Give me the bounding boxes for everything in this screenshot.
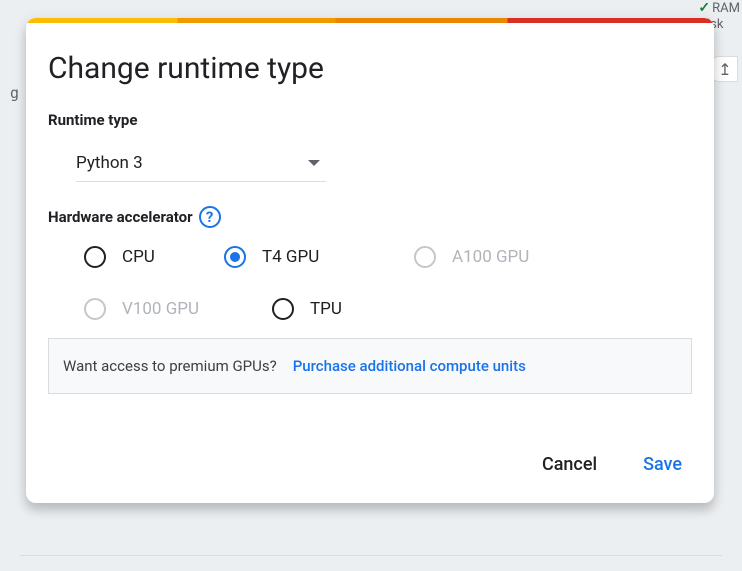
accelerator-radio-v100: V100 GPU bbox=[84, 298, 224, 320]
accelerator-radio-tpu[interactable]: TPU bbox=[272, 298, 414, 320]
purchase-units-link[interactable]: Purchase additional compute units bbox=[293, 357, 526, 375]
promo-text: Want access to premium GPUs? bbox=[63, 357, 277, 375]
radio-label: T4 GPU bbox=[262, 247, 319, 267]
dialog-title: Change runtime type bbox=[48, 51, 692, 86]
save-button[interactable]: Save bbox=[635, 448, 690, 481]
runtime-type-select[interactable]: Python 3 bbox=[76, 143, 326, 182]
hardware-accelerator-text: Hardware accelerator bbox=[48, 208, 193, 226]
check-icon: ✓ bbox=[698, 0, 710, 16]
background-glyph: g bbox=[10, 84, 19, 102]
upload-icon: ↥ bbox=[712, 56, 738, 82]
runtime-type-value: Python 3 bbox=[76, 153, 143, 173]
radio-icon bbox=[84, 298, 106, 320]
premium-gpu-promo: Want access to premium GPUs? Purchase ad… bbox=[48, 338, 692, 394]
radio-label: A100 GPU bbox=[452, 247, 529, 267]
radio-label: TPU bbox=[310, 299, 342, 319]
radio-label: V100 GPU bbox=[122, 299, 199, 319]
chevron-down-icon bbox=[308, 160, 320, 166]
radio-icon bbox=[272, 298, 294, 320]
change-runtime-dialog: Change runtime type Runtime type Python … bbox=[26, 18, 714, 503]
accelerator-radio-a100: A100 GPU bbox=[414, 246, 614, 268]
radio-icon bbox=[84, 246, 106, 268]
radio-icon bbox=[414, 246, 436, 268]
ram-label: RAM bbox=[712, 1, 740, 16]
cancel-button[interactable]: Cancel bbox=[534, 448, 605, 481]
accelerator-radio-t4[interactable]: T4 GPU bbox=[224, 246, 414, 268]
radio-label: CPU bbox=[122, 247, 155, 267]
runtime-type-label: Runtime type bbox=[48, 111, 137, 129]
hardware-accelerator-label: Hardware accelerator ? bbox=[48, 206, 221, 228]
divider bbox=[20, 555, 722, 556]
accelerator-radio-cpu[interactable]: CPU bbox=[84, 246, 224, 268]
radio-icon bbox=[224, 246, 246, 268]
help-icon[interactable]: ? bbox=[199, 206, 221, 228]
